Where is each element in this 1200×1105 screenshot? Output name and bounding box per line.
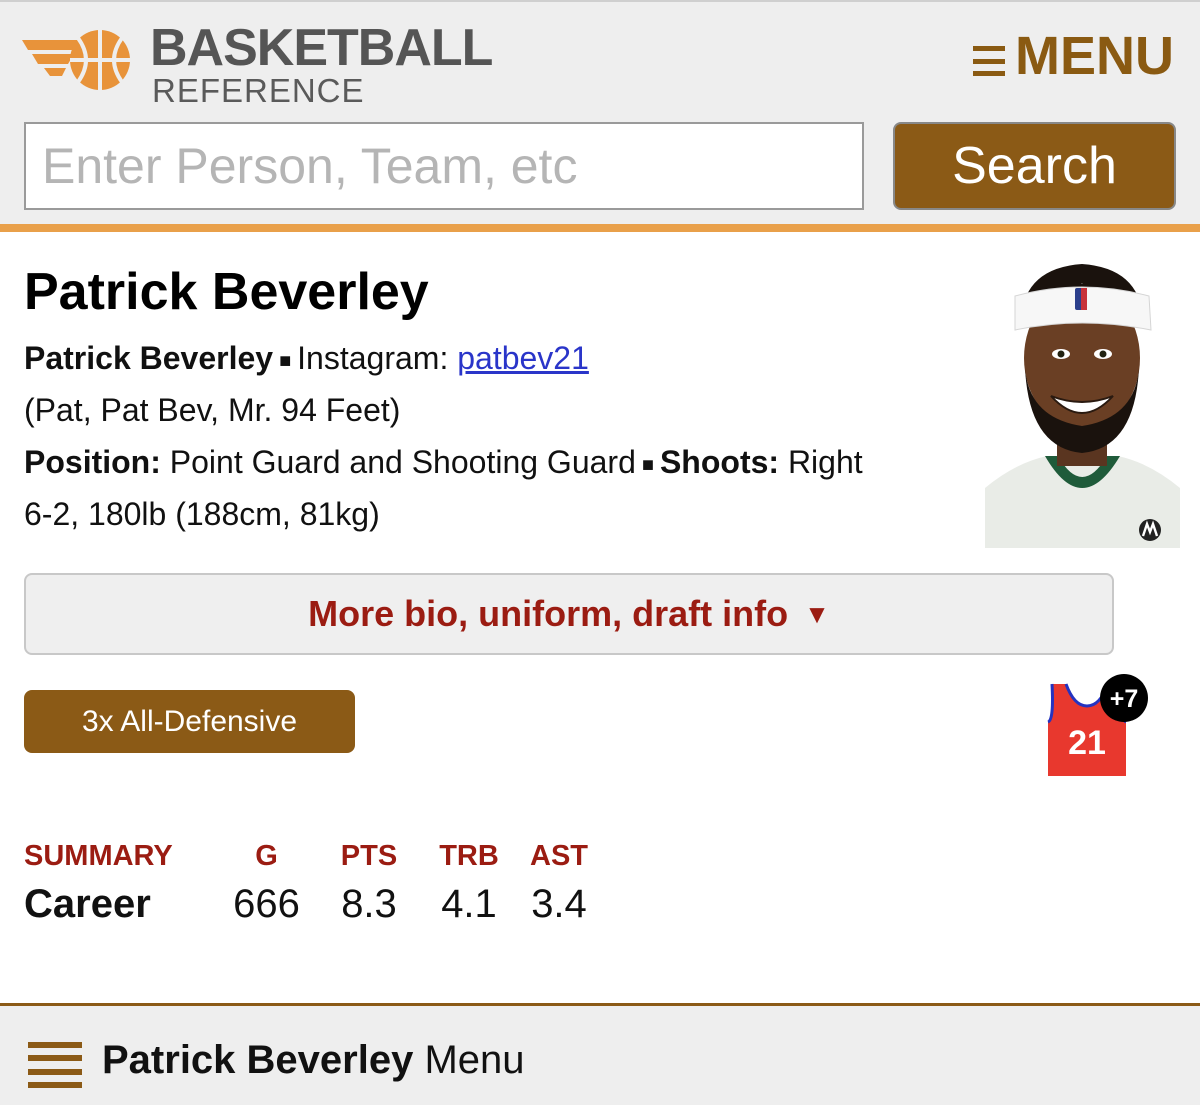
bullet-separator-icon: ■ — [279, 349, 292, 372]
career-games: 666 — [233, 882, 300, 926]
career-points: 8.3 — [341, 882, 397, 926]
page-title: Patrick Beverley — [24, 263, 429, 321]
site-header: BASKETBALL REFERENCE MENU Search — [0, 0, 1200, 226]
career-label: Career — [24, 882, 151, 926]
career-row: Career 666 8.3 4.1 3.4 — [24, 876, 599, 932]
player-position-line: Position: Point Guard and Shooting Guard… — [24, 444, 863, 483]
search-button[interactable]: Search — [893, 122, 1176, 210]
career-assists: 3.4 — [531, 882, 587, 926]
jersey-icon[interactable]: 21 +7 — [1040, 672, 1152, 780]
footer-menu-word: Menu — [424, 1038, 525, 1082]
player-full-name: Patrick Beverley — [24, 340, 274, 376]
footer-player-name: Patrick Beverley — [102, 1038, 414, 1082]
player-menu-label: Patrick Beverley Menu — [102, 1038, 525, 1083]
menu-label: MENU — [1015, 26, 1174, 86]
summary-header-row: SUMMARY G PTS TRB AST — [24, 836, 599, 876]
instagram-link[interactable]: patbev21 — [457, 340, 589, 376]
player-name-instagram-line: Patrick Beverley ■ Instagram: patbev21 — [24, 340, 589, 379]
site-logo[interactable]: BASKETBALL REFERENCE — [22, 20, 493, 108]
jersey-more-count: +7 — [1110, 685, 1139, 713]
rebounds-header: TRB — [439, 840, 499, 872]
more-bio-label: More bio, uniform, draft info — [308, 593, 789, 634]
career-summary-table: SUMMARY G PTS TRB AST Career 666 8.3 4.1… — [24, 836, 599, 932]
shoots-value: Right — [787, 444, 863, 480]
logo-text-basketball: BASKETBALL — [150, 19, 493, 77]
more-bio-button[interactable]: More bio, uniform, draft info ▼ — [24, 573, 1114, 655]
search-input[interactable] — [24, 122, 864, 210]
bullet-separator-icon: ■ — [641, 453, 654, 476]
hamburger-icon — [973, 46, 1005, 76]
points-header: PTS — [340, 840, 398, 872]
basketball-logo-icon — [22, 30, 130, 90]
position-value: Point Guard and Shooting Guard — [169, 444, 636, 480]
logo-text-reference: REFERENCE — [152, 72, 365, 109]
player-nicknames: (Pat, Pat Bev, Mr. 94 Feet) — [24, 392, 401, 428]
summary-header: SUMMARY — [24, 840, 173, 872]
header-divider — [0, 224, 1200, 232]
player-headshot: NBA — [985, 258, 1180, 548]
player-size: 6-2, 180lb (188cm, 81kg) — [24, 496, 380, 532]
games-header: G — [255, 840, 278, 872]
assists-header: AST — [530, 840, 588, 872]
position-label: Position: — [24, 444, 161, 480]
shoots-label: Shoots: — [659, 444, 780, 480]
jersey-number: 21 — [1068, 724, 1106, 762]
award-badge[interactable]: 3x All-Defensive — [24, 690, 355, 753]
player-menu-bar[interactable]: Patrick Beverley Menu — [0, 1003, 1200, 1105]
career-rebounds: 4.1 — [441, 882, 497, 926]
menu-button[interactable]: MENU — [973, 26, 1174, 86]
hamburger-icon — [28, 1042, 82, 1088]
caret-down-icon: ▼ — [804, 598, 830, 629]
instagram-label: Instagram: — [297, 340, 449, 376]
